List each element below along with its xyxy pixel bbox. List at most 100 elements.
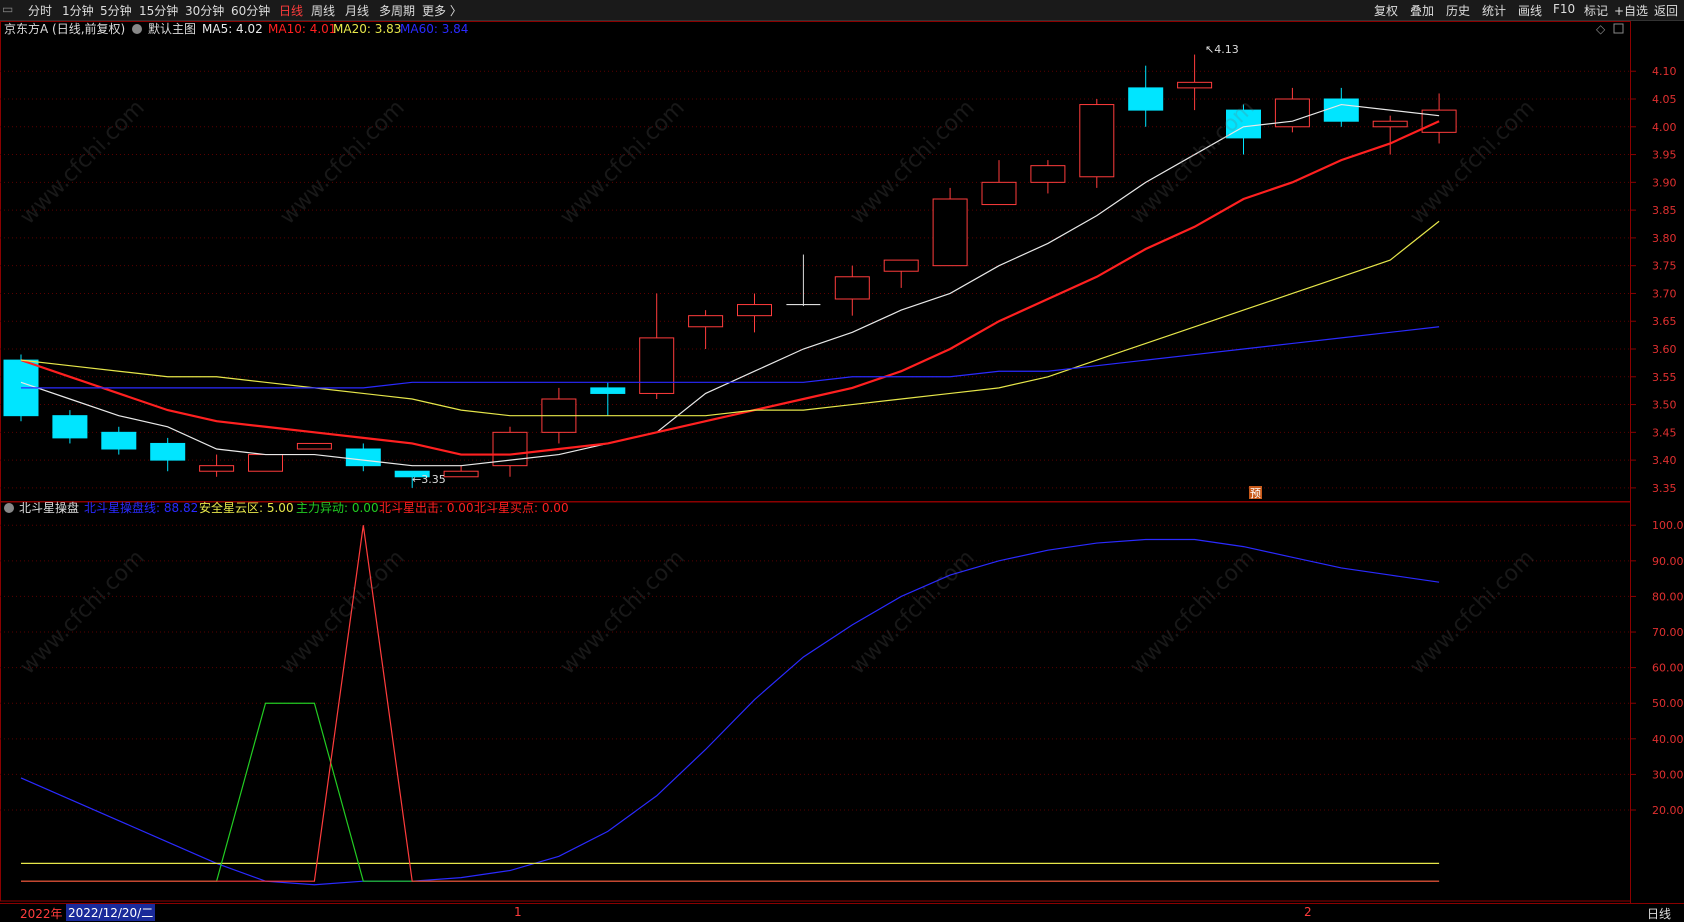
tab-monthly[interactable]: 月线 [345, 2, 369, 19]
price-tick-label: 3.55 [1652, 371, 1677, 384]
candle-body-up [443, 470, 479, 478]
indicator-line4-value: 北斗星出击: 0.00 [379, 501, 474, 515]
tab-timeshare[interactable]: 分时 [28, 2, 52, 19]
stats-button[interactable]: 统计 [1482, 2, 1506, 19]
candle-body-up [1372, 120, 1408, 128]
period-label: 日线 [1647, 907, 1672, 921]
ma-line-ma20 [20, 220, 1440, 417]
indicator-tick-label: 50.00 [1652, 697, 1684, 710]
cursor-date-label: 2022/12/20/二 [66, 904, 156, 921]
candle-body-up [248, 454, 283, 472]
add-watchlist-button[interactable]: +自选 [1614, 2, 1648, 19]
history-button[interactable]: 历史 [1446, 2, 1470, 19]
candle-body-down [150, 442, 186, 461]
candle-body-down [1323, 98, 1359, 122]
tab-60min[interactable]: 60分钟 [231, 2, 270, 19]
indicator-tick-label: 70.00 [1652, 626, 1684, 639]
tab-5min[interactable]: 5分钟 [100, 2, 132, 19]
ma5-value: MA5: 4.02 [202, 22, 263, 36]
moving-average-lines [20, 103, 1440, 467]
candle-body-up [1177, 81, 1213, 89]
indicator-tick-label: 80.00 [1652, 590, 1684, 603]
candle-body-down [101, 431, 137, 450]
indicator-lines [20, 525, 1440, 886]
month-label-2: 2 [1304, 905, 1312, 919]
indicator-line2-value: 安全星云区: 5.00 [199, 500, 294, 515]
indicator-line1-value: 北斗星操盘线: 88.82 [84, 500, 198, 515]
indicator-axis: 100.0 90.00 80.00 70.00 60.00 50.00 40.00 30.00… [1630, 519, 1684, 817]
ma10-value: MA10: 4.01 [268, 22, 336, 36]
price-tick-label: 3.85 [1652, 204, 1677, 217]
ma20-value: MA20: 3.83 [333, 22, 401, 36]
chart-area[interactable]: 4.10 4.05 4.00 3.95 3.90 3.85 3.80 3.75 3.70 3.65… [0, 21, 1684, 903]
candle-body-up [834, 276, 870, 300]
mark-button[interactable]: 标记 [1584, 2, 1608, 19]
candle-body-down [52, 415, 88, 439]
indicator-line3-value: 主力异动: 0.00 [296, 501, 379, 515]
indicator-tick-label: 20.00 [1652, 804, 1684, 817]
candle-body-up [1079, 104, 1115, 178]
price-tick-label: 4.00 [1652, 121, 1677, 134]
ma-line-ma10 [20, 120, 1440, 456]
indicator-line5-value: 北斗星买点: 0.00 [474, 501, 569, 515]
indicator-line-0 [20, 538, 1440, 886]
price-tick-label: 4.10 [1652, 65, 1677, 78]
price-tick-label: 3.70 [1652, 287, 1677, 300]
candle-body-up [296, 442, 332, 450]
indicator-line-2 [21, 702, 1440, 882]
date-axis-bar: 2022年 2022/12/20/二 1 2 日线 [0, 903, 1684, 921]
candle-body-up [688, 315, 724, 328]
template-name: 默认主图 [148, 21, 196, 36]
draw-button[interactable]: 画线 [1518, 2, 1542, 19]
price-tick-label: 3.90 [1652, 176, 1677, 189]
high-price-label: ↖4.13 [1205, 43, 1239, 56]
back-button[interactable]: 返回 [1654, 2, 1678, 19]
pane-toggle-icon[interactable] [1613, 23, 1624, 34]
indicator-gridlines [0, 524, 1630, 811]
f10-button[interactable]: F10 [1553, 2, 1575, 16]
candle-body-up [883, 259, 919, 272]
period-toolbar: ▭ 分时 1分钟 5分钟 15分钟 30分钟 60分钟 日线 周线 月线 多周期… [0, 0, 1684, 21]
year-label: 2022年 [20, 907, 63, 921]
candle-body-up [932, 198, 968, 267]
low-price-label: ←3.35 [412, 473, 446, 486]
indicator-name: 北斗星操盘 [19, 500, 79, 515]
price-tick-label: 3.65 [1652, 315, 1677, 328]
price-tick-label: 3.50 [1652, 399, 1677, 412]
price-tick-label: 3.80 [1652, 232, 1677, 245]
tab-15min[interactable]: 15分钟 [139, 2, 178, 19]
price-tick-label: 3.40 [1652, 454, 1677, 467]
tab-1min[interactable]: 1分钟 [62, 2, 94, 19]
adjust-button[interactable]: 复权 [1374, 2, 1398, 19]
indicator-tick-label: 40.00 [1652, 733, 1684, 746]
indicator-tick-label: 90.00 [1652, 555, 1684, 568]
month-label-1: 1 [514, 905, 522, 919]
candle-body-down [345, 448, 381, 467]
candle-body-up [737, 304, 772, 317]
tab-multi-period[interactable]: 多周期 [379, 2, 415, 19]
ma-line-ma5 [20, 103, 1440, 467]
tab-more[interactable]: 更多 〉 [422, 2, 462, 19]
tab-weekly[interactable]: 周线 [311, 2, 335, 19]
indicator-tick-label: 100.0 [1652, 519, 1684, 532]
overlay-button[interactable]: 叠加 [1410, 2, 1434, 19]
price-tick-label: 3.35 [1652, 482, 1677, 495]
indicator-pane-border [0, 501, 1631, 902]
forecast-badge-label: 预 [1250, 487, 1261, 500]
window-menu-icon[interactable]: ▭ [2, 2, 13, 16]
indicator-dropdown-icon[interactable] [4, 503, 14, 513]
candle-body-up [981, 181, 1017, 206]
price-tick-label: 3.60 [1652, 343, 1677, 356]
candle-body-up [1030, 165, 1066, 183]
candle-body-down [1128, 87, 1164, 111]
ma60-value: MA60: 3.84 [400, 22, 468, 36]
price-axis: 4.10 4.05 4.00 3.95 3.90 3.85 3.80 3.75 3.70 3.65… [1630, 65, 1677, 495]
tab-30min[interactable]: 30分钟 [185, 2, 224, 19]
template-dropdown-icon[interactable] [132, 24, 142, 34]
tab-daily[interactable]: 日线 [279, 2, 303, 19]
candle-body-up [199, 465, 235, 472]
diamond-icon[interactable]: ◇ [1596, 22, 1606, 36]
indicator-tick-label: 30.00 [1652, 768, 1684, 781]
candle-body-down [590, 387, 626, 394]
candle-body-up [639, 337, 675, 394]
